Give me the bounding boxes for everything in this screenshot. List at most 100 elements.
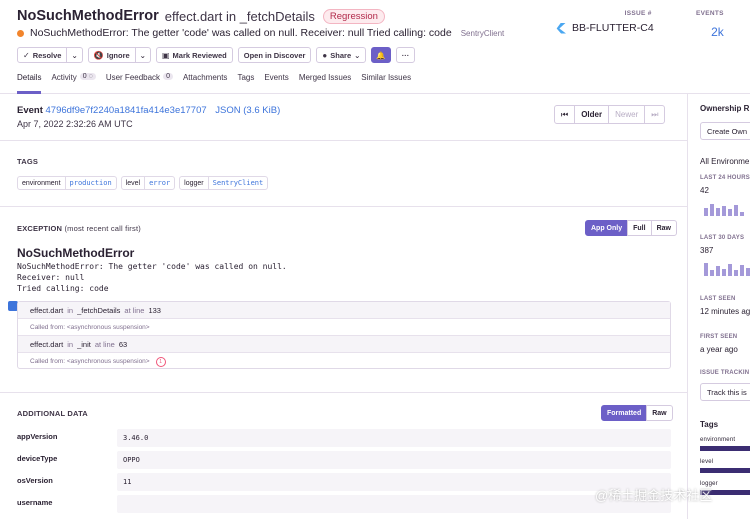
last-seen-value[interactable]: 12 minutes ag <box>700 307 750 316</box>
tag-distribution-bar[interactable] <box>700 468 750 473</box>
sparkline-bar <box>740 212 744 216</box>
subscribe-button[interactable]: 🔔 <box>371 47 391 63</box>
events-block: EVENTS 2k <box>696 10 724 39</box>
tag-logger[interactable]: logger SentryClient <box>179 176 269 190</box>
tab-tags[interactable]: Tags <box>237 73 254 94</box>
ignore-dropdown-button[interactable]: ⌄ <box>135 47 151 63</box>
stacktrace-view-toggle: App Only Full Raw <box>585 220 677 236</box>
tab-events-label: Events <box>264 73 289 82</box>
frame-called-from: Called from: <asynchronous suspension> <box>18 319 670 336</box>
ignore-button[interactable]: 🔇 Ignore <box>87 47 136 63</box>
tab-tags-label: Tags <box>237 73 255 82</box>
event-pager: ⏮ Older Newer ⏭ <box>554 105 666 124</box>
resolve-button[interactable]: ✓ Resolve <box>17 47 68 63</box>
environment-selector[interactable]: All Environme <box>700 157 749 166</box>
raw-button[interactable]: Raw <box>646 405 673 421</box>
event-date: Apr 7, 2022 2:32:26 AM UTC <box>17 119 133 129</box>
event-main-column: Event 4796df9e7f2240a1841fa414e3e17707 J… <box>0 94 688 519</box>
create-ownership-button[interactable]: Create Own <box>700 122 750 140</box>
event-json-link[interactable]: JSON (3.6 KiB) <box>215 105 280 116</box>
tab-details[interactable]: Details <box>17 73 42 94</box>
tag-key: level <box>122 177 146 189</box>
sidebar-tag-environment[interactable]: environment <box>700 437 735 443</box>
share-button[interactable]: ● Share ⌄ <box>316 47 367 63</box>
exception-type: NoSuchMethodError <box>17 246 135 260</box>
tag-key: logger <box>180 177 209 189</box>
first-seen-value[interactable]: a year ago <box>700 345 738 354</box>
data-key: username <box>17 498 53 507</box>
app-only-button[interactable]: App Only <box>585 220 629 236</box>
event-id-link[interactable]: 4796df9e7f2240a1841fa414e3e17707 <box>46 105 207 116</box>
older-event-button[interactable]: Older <box>574 105 610 124</box>
resolve-dropdown-button[interactable]: ⌄ <box>67 47 83 63</box>
refresh-count: 1 <box>159 358 162 365</box>
issue-header: NoSuchMethodError effect.dart in _fetchD… <box>0 0 750 94</box>
issue-id-text: BB-FLUTTER-C4 <box>572 22 654 34</box>
ignore-group: 🔇 Ignore ⌄ <box>87 47 151 63</box>
frame-called-from: Called from: <asynchronous suspension> 1 <box>18 353 670 370</box>
frame-function: _init <box>77 339 91 349</box>
watermark: @稀土掘金技术社区 <box>595 488 713 503</box>
open-discover-button[interactable]: Open in Discover <box>237 47 312 63</box>
data-value <box>117 495 671 513</box>
frame-in: in <box>67 339 74 349</box>
events-label: EVENTS <box>696 10 724 17</box>
sparkline-bar <box>734 205 738 216</box>
issue-message: NoSuchMethodError: The getter 'code' was… <box>30 27 452 39</box>
events-count[interactable]: 2k <box>696 25 724 39</box>
stack-frame[interactable]: effect.dart in _fetchDetails at line 133 <box>18 302 670 319</box>
check-icon: ✓ <box>23 50 30 60</box>
chevron-down-icon: ⌄ <box>71 50 78 60</box>
additional-row-appversion: appVersion 3.46.0 <box>17 429 671 447</box>
first-event-button[interactable]: ⏮ <box>554 105 576 124</box>
tab-merged-issues[interactable]: Merged Issues <box>299 73 351 94</box>
frame-file: effect.dart <box>30 305 64 315</box>
tag-distribution-bar[interactable] <box>700 446 750 451</box>
additional-data-title: ADDITIONAL DATA <box>17 409 88 418</box>
more-actions-button[interactable]: ··· <box>395 47 416 63</box>
formatted-button[interactable]: Formatted <box>601 405 648 421</box>
tab-merged-issues-label: Merged Issues <box>298 73 352 82</box>
open-discover-label: Open in Discover <box>243 50 306 60</box>
tab-attachments[interactable]: Attachments <box>183 73 227 94</box>
additional-data-toggle: Formatted Raw <box>601 405 673 421</box>
raw-button[interactable]: Raw <box>650 220 677 236</box>
divider <box>0 392 688 393</box>
sparkline-bar <box>746 268 750 276</box>
issue-error-type: NoSuchMethodError <box>17 8 159 24</box>
tab-similar-issues-label: Similar Issues <box>361 73 412 82</box>
sidebar-tag-level[interactable]: level <box>700 459 713 465</box>
tab-details-label: Details <box>17 73 42 82</box>
tag-level[interactable]: level error <box>120 176 176 190</box>
tab-similar-issues[interactable]: Similar Issues <box>361 73 411 94</box>
data-value: 3.46.0 <box>117 429 671 447</box>
tab-user-feedback[interactable]: User Feedback 0 <box>106 73 173 94</box>
mark-reviewed-button[interactable]: ▣ Mark Reviewed <box>155 47 233 63</box>
sidebar-tags-heading: Tags <box>700 420 719 429</box>
event-label: Event <box>17 105 43 116</box>
activity-count-badge: 0 ◌ <box>79 73 96 80</box>
last-24h-sparkline <box>704 200 746 216</box>
first-seen-label: FIRST SEEN <box>700 334 738 340</box>
refresh-icon[interactable]: 1 <box>155 356 166 367</box>
issue-tabs: Details Activity 0 ◌ User Feedback 0 Attac… <box>17 73 421 94</box>
tab-user-feedback-label: User Feedback <box>105 73 161 82</box>
issue-id[interactable]: BB-FLUTTER-C4 <box>555 22 654 34</box>
frame-file: effect.dart <box>30 339 64 349</box>
full-button[interactable]: Full <box>627 220 652 236</box>
last-event-button[interactable]: ⏭ <box>644 105 666 124</box>
sparkline-bar <box>722 206 726 216</box>
stacktrace-frames: effect.dart in _fetchDetails at line 133… <box>17 301 671 369</box>
sparkline-bar <box>728 209 732 216</box>
tab-events[interactable]: Events <box>264 73 288 94</box>
sparkline-bar <box>734 270 738 276</box>
last-30d-label: LAST 30 DAYS <box>700 235 745 241</box>
last-24h-count: 42 <box>700 186 709 195</box>
tab-activity[interactable]: Activity 0 ◌ <box>51 73 96 94</box>
sdk-label: SentryClient <box>460 28 505 38</box>
tag-environment[interactable]: environment production <box>17 176 117 190</box>
track-issue-button[interactable]: Track this is <box>700 383 750 401</box>
frame-line: 133 <box>148 305 161 315</box>
newer-event-button[interactable]: Newer <box>608 105 646 124</box>
stack-frame[interactable]: effect.dart in _init at line 63 <box>18 336 670 353</box>
